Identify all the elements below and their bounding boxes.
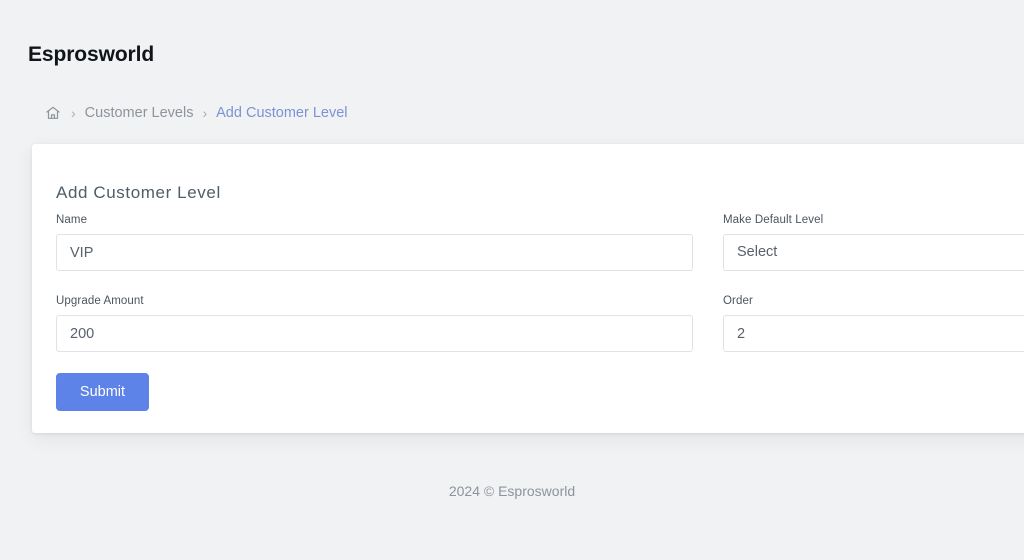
label-upgrade-amount: Upgrade Amount [56,295,144,307]
app-page: Esprosworld › Customer Levels › Add Cust… [0,0,1024,560]
make-default-level-select[interactable]: Select [723,234,1024,271]
label-make-default-level: Make Default Level [723,214,824,226]
field-group-make-default-level: Make Default Level Select [723,212,1024,271]
breadcrumb-separator-1: › [71,105,76,121]
breadcrumb-item-customer-levels[interactable]: Customer Levels [85,102,194,124]
page-title: Add Customer Level [56,183,221,203]
add-customer-level-form: Name Make Default Level Select Upgrade A… [56,212,1024,411]
form-row-1: Name Make Default Level Select [56,212,1024,271]
field-group-name: Name [56,212,693,271]
form-actions: Submit [56,373,1024,411]
label-name: Name [56,214,88,226]
upgrade-amount-input[interactable] [56,315,693,352]
brand-logo[interactable]: Esprosworld [28,41,154,69]
breadcrumb-separator-2: › [202,105,208,121]
add-customer-level-card: Add Customer Level Name Make Default Lev… [32,144,1024,433]
submit-button[interactable]: Submit [56,373,149,411]
field-group-upgrade-amount: Upgrade Amount [56,293,693,352]
footer: 2024 © Esprosworld [0,480,1024,502]
field-group-order: Order [723,293,1024,352]
breadcrumb: › Customer Levels › Add Customer Level [44,102,348,124]
footer-copyright: 2024 © Esprosworld [448,483,576,499]
form-row-2: Upgrade Amount Order [56,293,1024,352]
name-input[interactable] [56,234,693,271]
breadcrumb-item-add-customer-level[interactable]: Add Customer Level [216,102,347,124]
top-bar: Esprosworld [0,0,1024,86]
label-order: Order [723,295,753,307]
order-input[interactable] [723,315,1024,352]
home-icon[interactable] [44,104,62,122]
